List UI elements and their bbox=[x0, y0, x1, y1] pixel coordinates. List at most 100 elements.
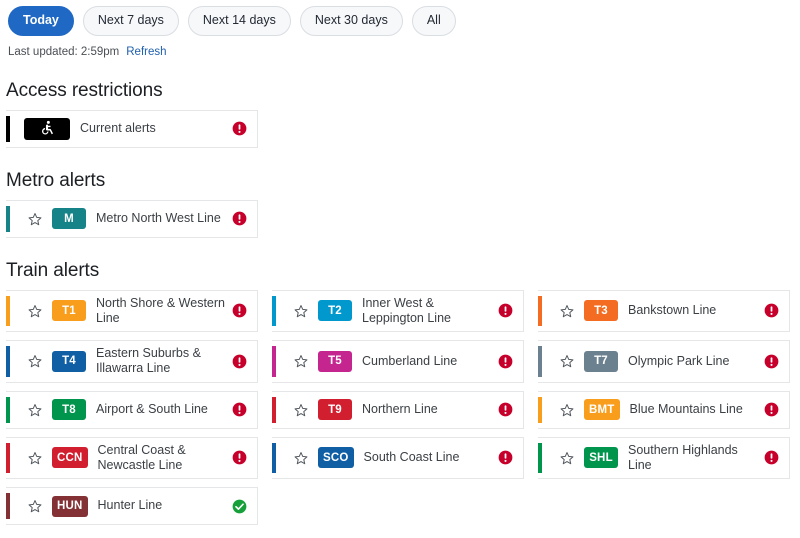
line-name-label: Current alerts bbox=[80, 120, 156, 135]
favourite-star-icon[interactable] bbox=[28, 403, 42, 417]
alert-card-grid: Current alerts bbox=[0, 109, 800, 148]
favourite-toggle[interactable] bbox=[285, 354, 314, 368]
line-colour-bar bbox=[6, 115, 10, 142]
line-colour-bar bbox=[538, 346, 542, 377]
alert-status-icon bbox=[764, 450, 779, 465]
alert-status-icon bbox=[498, 402, 513, 417]
alert-card[interactable]: T9 Northern Line bbox=[272, 390, 524, 429]
line-colour-bar bbox=[538, 442, 542, 473]
alert-status-icon bbox=[232, 450, 247, 465]
line-colour-bar bbox=[538, 396, 542, 423]
favourite-toggle[interactable] bbox=[285, 403, 314, 417]
line-colour-bar bbox=[6, 396, 10, 423]
last-updated-row: Last updated: 2:59pm Refresh bbox=[0, 36, 800, 58]
status-alert bbox=[764, 450, 779, 465]
line-name-label: Metro North West Line bbox=[96, 210, 221, 225]
alert-card[interactable]: T1 North Shore & Western Line bbox=[6, 289, 258, 332]
favourite-star-icon[interactable] bbox=[294, 304, 308, 318]
line-badge: T5 bbox=[318, 350, 352, 372]
status-alert bbox=[232, 450, 247, 465]
line-badge: T4 bbox=[52, 350, 86, 372]
alert-status-icon bbox=[232, 211, 247, 226]
favourite-star-icon[interactable] bbox=[28, 451, 42, 465]
alert-card[interactable]: SCO South Coast Line bbox=[272, 436, 524, 479]
line-colour-bar bbox=[6, 493, 10, 519]
favourite-star-icon[interactable] bbox=[294, 451, 308, 465]
favourite-toggle[interactable] bbox=[551, 304, 580, 318]
wheelchair-icon bbox=[41, 120, 53, 135]
favourite-star-icon[interactable] bbox=[28, 304, 42, 318]
status-alert bbox=[232, 354, 247, 369]
favourite-star-icon[interactable] bbox=[28, 499, 42, 513]
alert-card[interactable]: T3 Bankstown Line bbox=[538, 289, 790, 332]
alert-card[interactable]: T7 Olympic Park Line bbox=[538, 340, 790, 383]
filter-pill-next-14-days[interactable]: Next 14 days bbox=[187, 6, 291, 36]
favourite-toggle[interactable] bbox=[551, 354, 580, 368]
status-alert bbox=[232, 303, 247, 318]
line-name-label: Central Coast & Newcastle Line bbox=[97, 442, 186, 472]
favourite-star-icon[interactable] bbox=[560, 304, 574, 318]
line-name-label: Airport & South Line bbox=[96, 401, 208, 416]
alert-card[interactable]: M Metro North West Line bbox=[6, 199, 258, 238]
alert-card[interactable]: Current alerts bbox=[6, 109, 258, 148]
filter-pill-next-7-days[interactable]: Next 7 days bbox=[82, 6, 179, 36]
favourite-toggle[interactable] bbox=[19, 212, 48, 226]
line-colour-bar bbox=[272, 442, 276, 473]
line-badge: T7 bbox=[584, 350, 618, 372]
favourite-star-icon[interactable] bbox=[560, 451, 574, 465]
line-name-label: Inner West & Leppington Line bbox=[362, 295, 451, 325]
section-title: Metro alerts bbox=[6, 169, 106, 191]
alert-status-icon bbox=[498, 303, 513, 318]
line-name-label: Northern Line bbox=[362, 401, 438, 416]
status-good bbox=[232, 499, 247, 514]
favourite-toggle[interactable] bbox=[551, 451, 580, 465]
last-updated-text: Last updated: 2:59pm bbox=[8, 45, 120, 58]
alert-card[interactable]: T2 Inner West & Leppington Line bbox=[272, 289, 524, 332]
favourite-toggle[interactable] bbox=[285, 304, 314, 318]
favourite-star-icon[interactable] bbox=[294, 403, 308, 417]
line-badge: BMT bbox=[584, 399, 620, 420]
line-name-label: Hunter Line bbox=[97, 498, 163, 513]
line-badge: T9 bbox=[318, 399, 352, 420]
line-name-label: Cumberland Line bbox=[362, 353, 458, 368]
status-alert bbox=[232, 211, 247, 226]
refresh-link[interactable]: Refresh bbox=[126, 46, 166, 58]
line-name-label: Southern Highlands Line bbox=[628, 442, 738, 472]
line-badge: T3 bbox=[584, 300, 618, 322]
alert-card[interactable]: T5 Cumberland Line bbox=[272, 340, 524, 383]
favourite-star-icon[interactable] bbox=[560, 354, 574, 368]
favourite-star-icon[interactable] bbox=[28, 354, 42, 368]
alert-card[interactable]: CCN Central Coast & Newcastle Line bbox=[6, 436, 258, 479]
favourite-toggle[interactable] bbox=[285, 451, 314, 465]
favourite-toggle[interactable] bbox=[19, 304, 48, 318]
line-name-label: South Coast Line bbox=[363, 450, 460, 465]
favourite-star-icon[interactable] bbox=[560, 403, 574, 417]
alert-card[interactable]: T8 Airport & South Line bbox=[6, 390, 258, 429]
status-alert bbox=[498, 354, 513, 369]
filter-pill-today[interactable]: Today bbox=[8, 6, 74, 36]
alert-card[interactable]: SHL Southern Highlands Line bbox=[538, 436, 790, 479]
line-colour-bar bbox=[538, 295, 542, 326]
alert-status-icon bbox=[232, 121, 247, 136]
line-colour-bar bbox=[6, 205, 10, 232]
alert-status-icon bbox=[764, 402, 779, 417]
filter-pill-next-30-days[interactable]: Next 30 days bbox=[299, 6, 403, 36]
favourite-toggle[interactable] bbox=[19, 354, 48, 368]
favourite-star-icon[interactable] bbox=[28, 212, 42, 226]
favourite-toggle[interactable] bbox=[19, 499, 48, 513]
favourite-toggle[interactable] bbox=[19, 403, 48, 417]
alert-card[interactable]: HUN Hunter Line bbox=[6, 487, 258, 525]
line-colour-bar bbox=[272, 295, 276, 326]
filter-pill-all[interactable]: All bbox=[411, 6, 456, 36]
alert-status-icon bbox=[232, 354, 247, 369]
favourite-star-icon[interactable] bbox=[294, 354, 308, 368]
favourite-toggle[interactable] bbox=[551, 403, 580, 417]
favourite-toggle[interactable] bbox=[19, 451, 48, 465]
line-badge: SCO bbox=[318, 447, 354, 469]
alert-status-icon bbox=[498, 354, 513, 369]
line-name-label: Bankstown Line bbox=[628, 303, 717, 318]
line-colour-bar bbox=[6, 442, 10, 473]
alert-card[interactable]: BMT Blue Mountains Line bbox=[538, 390, 790, 429]
alert-card[interactable]: T4 Eastern Suburbs & Illawarra Line bbox=[6, 340, 258, 383]
line-badge: T1 bbox=[52, 300, 86, 322]
